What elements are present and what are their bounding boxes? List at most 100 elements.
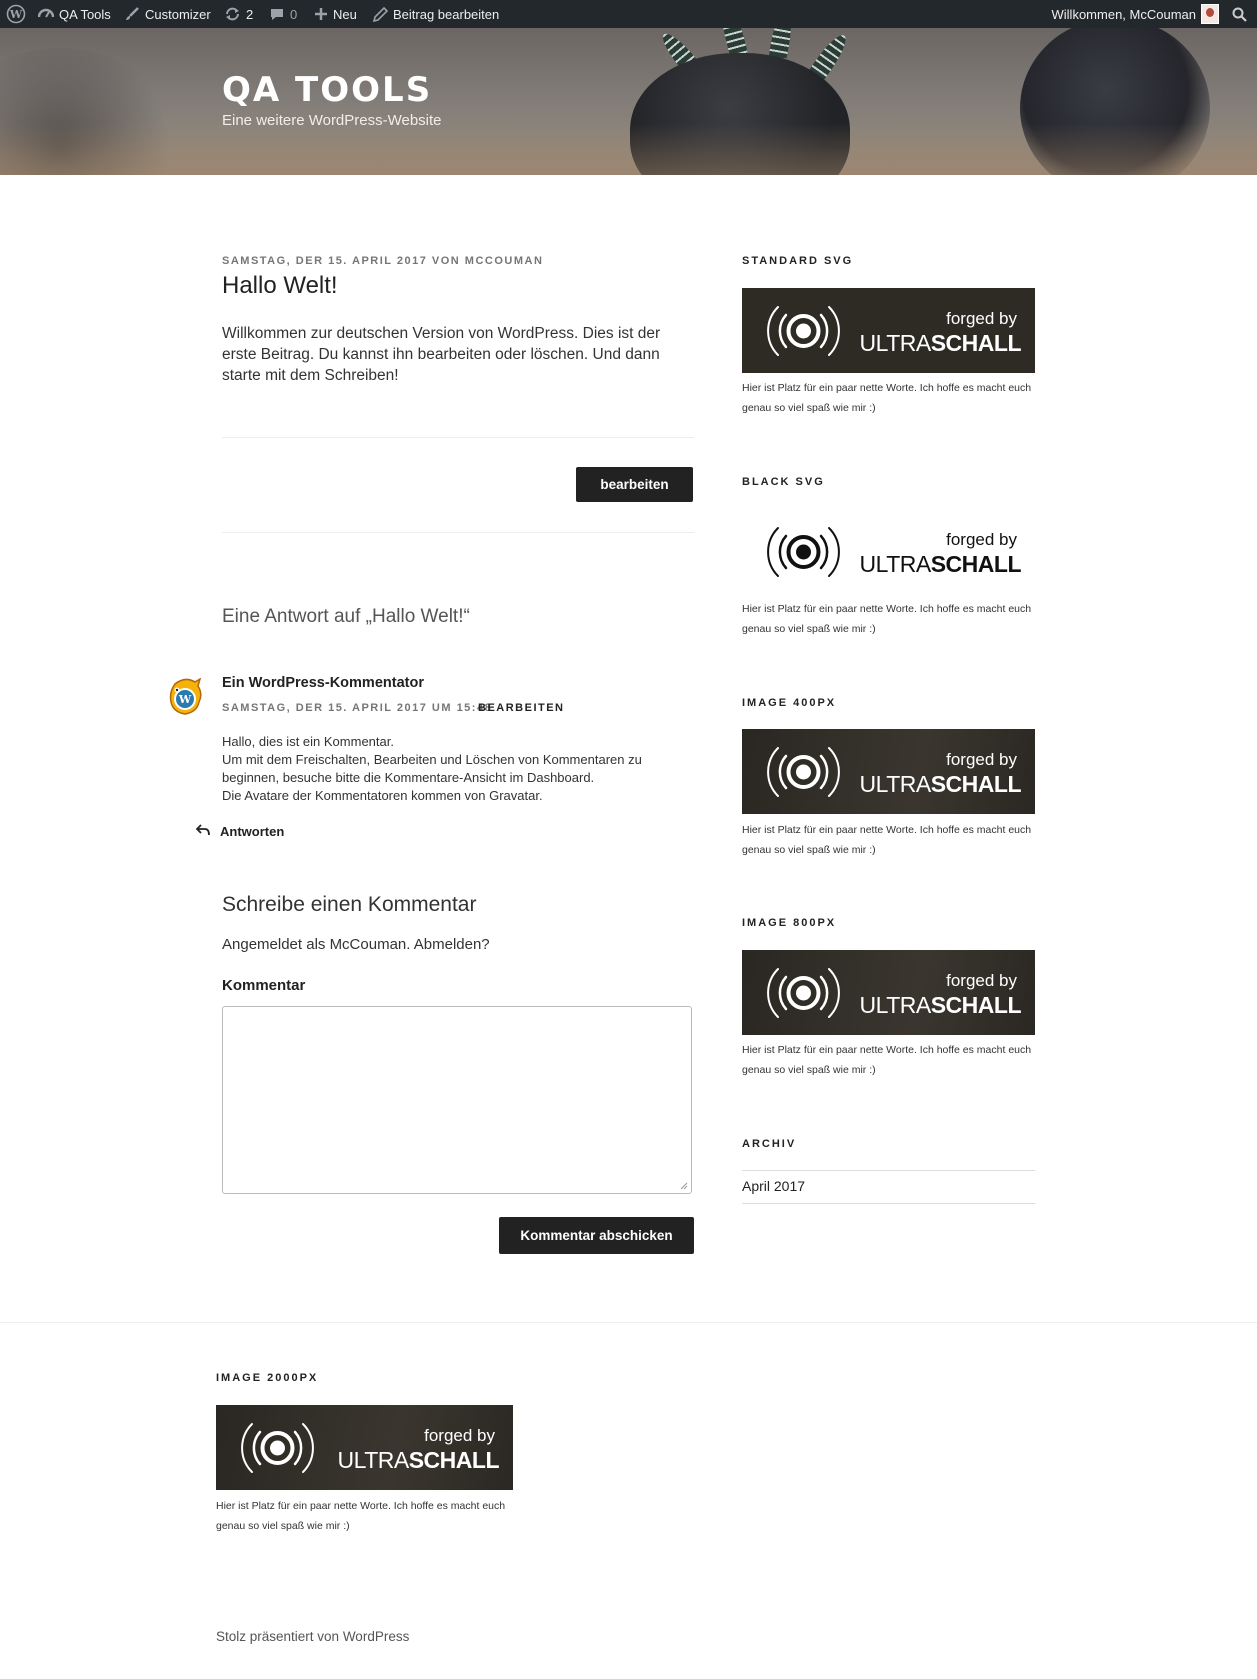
ultraschall-logo[interactable]: forged by ULTRASCHALL [216,1405,513,1490]
logo-ultra-part: ULTRA [859,551,932,577]
ultraschall-waves-icon [241,1423,314,1473]
entry-content: Willkommen zur deutschen Version von Wor… [222,325,661,384]
footer-divider [0,1322,1257,1323]
updates-icon [224,6,241,22]
ultraschall-logo[interactable]: forged by ULTRASCHALL [742,950,1035,1035]
pencil-icon [373,6,388,22]
customizer-label: Customizer [145,6,211,22]
comment-icon [269,6,285,22]
wordpress-logo-icon[interactable]: W [6,0,26,28]
logo-forged-text: forged by [424,1426,495,1445]
logo-ultraschall-text: ULTRASCHALL [859,330,1022,357]
reply-link[interactable]: Antworten [195,824,285,839]
site-title[interactable]: QA TOOLS [222,70,432,110]
logo-ultra-part: ULTRA [859,992,932,1018]
divider [222,437,694,438]
comment-line: Um mit dem Freischalten, Bearbeiten und … [222,752,642,785]
post-meta: SAMSTAG, DER 15. APRIL 2017 VON MCCOUMAN [222,255,543,267]
ultraschall-waves-icon [767,747,840,797]
submit-comment-button[interactable]: Kommentar abschicken [499,1217,694,1254]
updates-link[interactable]: 2 [224,0,253,28]
edit-post-link[interactable]: Beitrag bearbeiten [373,0,499,28]
widget-caption: Hier ist Platz für ein paar nette Worte.… [742,382,1032,414]
comment-textarea[interactable] [222,1006,692,1194]
commenter-avatar: W [167,677,203,718]
admin-bar-account[interactable]: Willkommen, McCouman [1052,0,1247,28]
new-label: Neu [333,6,357,22]
ultraschall-logo[interactable]: forged by ULTRASCHALL [742,729,1035,814]
admin-bar: W QA Tools Customizer 2 0 Neu Beitrag be… [0,0,1257,28]
ultraschall-waves-icon [767,306,840,356]
logo-ultra-part: ULTRA [337,1447,410,1473]
comments-count: 0 [290,6,298,22]
logged-in-as[interactable]: Angemeldet als McCouman. Abmelden? [222,936,490,953]
widget-title: STANDARD SVG [742,255,854,267]
dashboard-icon [38,6,54,22]
search-icon[interactable] [1232,7,1247,22]
ultraschall-logo[interactable]: forged by ULTRASCHALL [742,288,1035,373]
ultraschall-logo[interactable]: forged by ULTRASCHALL [742,509,1035,594]
updates-count: 2 [246,6,254,22]
logo-forged-text: forged by [946,971,1017,990]
logo-schall-part: SCHALL [408,1447,500,1473]
site-header [0,28,1257,175]
logo-forged-text: forged by [946,530,1017,549]
logo-forged-text: forged by [946,309,1017,328]
widget-title: IMAGE 400PX [742,697,837,709]
reply-arrow-icon [195,824,210,839]
archive-item[interactable]: April 2017 [742,1171,1035,1203]
divider [222,532,694,533]
logo-forged-text: forged by [946,750,1017,769]
logo-schall-part: SCHALL [930,330,1022,356]
brush-icon [124,6,140,22]
svg-text:W: W [9,8,23,21]
footer-widget-title: IMAGE 2000PX [216,1372,319,1384]
comment-label: Kommentar [222,977,306,994]
header-image-shape [0,123,1257,175]
widget-title: IMAGE 800PX [742,917,837,929]
widget-title: ARCHIV [742,1138,797,1150]
new-content-link[interactable]: Neu [314,0,357,28]
admin-bar-site[interactable]: QA Tools [38,0,111,28]
comment-line: Die Avatare der Kommentatoren kommen von… [222,788,543,803]
plus-icon [314,7,328,21]
ultraschall-waves-icon [767,527,840,577]
edit-button[interactable]: bearbeiten [576,467,693,502]
widget-caption: Hier ist Platz für ein paar nette Worte.… [742,824,1032,856]
site-info[interactable]: Stolz präsentiert von WordPress [216,1629,409,1644]
logo-schall-part: SCHALL [930,551,1022,577]
respond-title: Schreibe einen Kommentar [222,893,477,916]
site-name-label: QA Tools [59,6,111,22]
post-date[interactable]: SAMSTAG, DER 15. APRIL 2017 VON [222,255,465,267]
comment-body: Hallo, dies ist ein Kommentar. Um mit de… [222,733,682,805]
edit-post-label: Beitrag bearbeiten [393,6,500,22]
greeting: Willkommen, McCouman [1051,6,1196,22]
svg-text:W: W [178,693,192,706]
logo-ultra-part: ULTRA [859,330,932,356]
logo-ultra-part: ULTRA [859,771,932,797]
avatar [1201,4,1219,24]
widget-caption: Hier ist Platz für ein paar nette Worte.… [742,603,1032,635]
entry-title: Hallo Welt! [222,272,338,299]
comment-author[interactable]: Ein WordPress-Kommentator [222,675,424,691]
ultraschall-waves-icon [767,968,840,1018]
logo-ultraschall-text: ULTRASCHALL [859,992,1022,1019]
comments-title: Eine Antwort auf „Hallo Welt!“ [222,606,470,627]
widget-caption: Hier ist Platz für ein paar nette Worte.… [742,1044,1032,1076]
reply-label: Antworten [220,824,285,839]
logo-schall-part: SCHALL [930,992,1022,1018]
post-author[interactable]: MCCOUMAN [465,255,544,267]
comments-link[interactable]: 0 [269,0,297,28]
comment-date[interactable]: SAMSTAG, DER 15. APRIL 2017 UM 15:48 [222,702,492,714]
customizer-link[interactable]: Customizer [124,0,211,28]
comment-edit-link[interactable]: BEARBEITEN [478,702,565,714]
comment-line: Hallo, dies ist ein Kommentar. [222,734,394,749]
archive-list: April 2017 [742,1170,1035,1204]
logo-ultraschall-text: ULTRASCHALL [859,551,1022,578]
logo-ultraschall-text: ULTRASCHALL [859,771,1022,798]
resize-grip-icon[interactable] [680,1182,688,1190]
logo-ultraschall-text: ULTRASCHALL [337,1447,500,1474]
logo-schall-part: SCHALL [930,771,1022,797]
widget-title: BLACK SVG [742,476,825,488]
footer-widget-caption: Hier ist Platz für ein paar nette Worte.… [216,1500,506,1532]
